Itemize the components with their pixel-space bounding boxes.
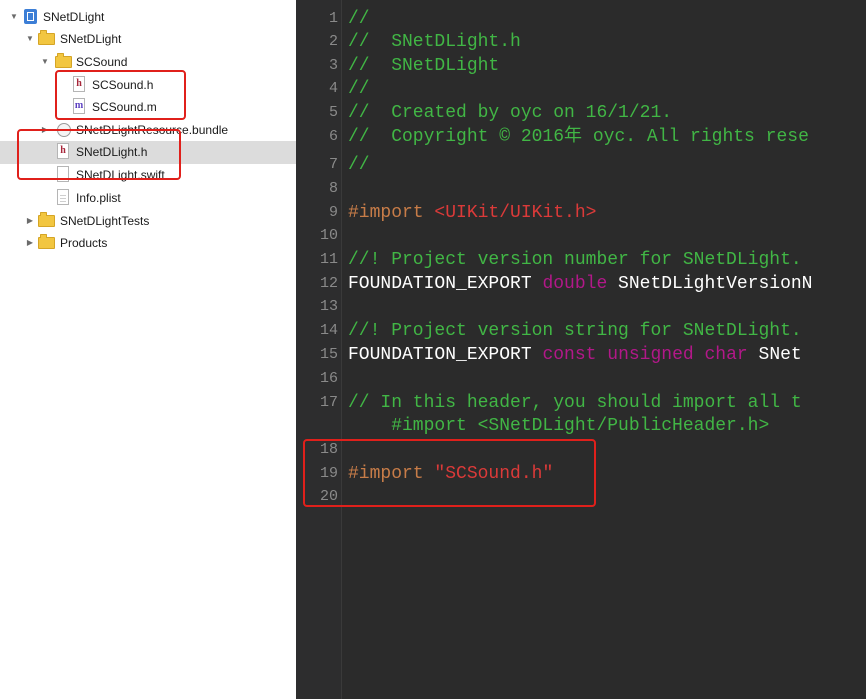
code-token: FOUNDATION_EXPORT: [348, 345, 543, 365]
line-number: 11: [319, 251, 338, 268]
highlight-snetdlight-header: [17, 129, 181, 180]
line-number: 10: [319, 227, 338, 244]
code-token: // In this header, you should import all…: [348, 393, 802, 413]
line-number: 9: [328, 204, 338, 221]
code-line: // Created by oyc on 16/1/21.: [348, 103, 672, 123]
line-number: 2: [328, 33, 338, 50]
nav-item-label: Info.plist: [76, 191, 121, 205]
code-line: // Copyright © 2016年 oyc. All rights res…: [348, 127, 809, 147]
nav-item-project-snetdlight[interactable]: ▼ SNetDLight: [0, 6, 296, 29]
code-token: //: [348, 79, 370, 99]
code-token: // Created by oyc on 16/1/21.: [348, 103, 673, 123]
line-number: 13: [319, 298, 338, 315]
line-number: 7: [328, 156, 338, 173]
plist-file-icon: [57, 189, 69, 205]
disclosure-expanded-icon[interactable]: ▼: [40, 56, 50, 68]
highlight-import-statement: [303, 439, 596, 507]
code-token: //! Project version string for SNetDLigh…: [348, 321, 802, 341]
code-token: //! Project version number for SNetDLigh…: [348, 250, 802, 270]
code-token: <UIKit/UIKit.h>: [434, 203, 597, 223]
code-token: SNet: [747, 345, 802, 365]
code-line: // SNetDLight: [348, 56, 499, 76]
nav-item-label: Products: [60, 236, 108, 250]
line-number: 14: [319, 322, 338, 339]
line-number: 12: [319, 275, 338, 292]
nav-item-group-snetdlight[interactable]: ▼ SNetDLight: [0, 28, 296, 51]
code-line: // In this header, you should import all…: [348, 393, 802, 413]
code-line: //: [348, 79, 370, 99]
code-line: //! Project version string for SNetDLigh…: [348, 321, 802, 341]
code-token: double: [542, 274, 608, 294]
code-token: SNetDLightVersionN: [607, 274, 813, 294]
disclosure-collapsed-icon[interactable]: ▶: [25, 215, 35, 227]
nav-item-info-plist[interactable]: Info.plist: [0, 187, 296, 210]
code-line: FOUNDATION_EXPORT const unsigned char SN…: [348, 345, 802, 365]
line-number: 3: [328, 57, 338, 74]
code-token: // SNetDLight.h: [348, 32, 521, 52]
disclosure-expanded-icon[interactable]: ▼: [9, 11, 19, 23]
code-line: #import <UIKit/UIKit.h>: [348, 203, 596, 223]
nav-item-label: SCSound: [76, 55, 128, 69]
nav-item-group-products[interactable]: ▶ Products: [0, 232, 296, 255]
nav-item-label: SNetDLightTests: [60, 214, 150, 228]
folder-icon: [38, 212, 55, 227]
nav-item-group-snetdlighttests[interactable]: ▶ SNetDLightTests: [0, 210, 296, 233]
code-token: #import <SNetDLight/PublicHeader.h>: [348, 416, 770, 436]
folder-icon: [55, 53, 72, 68]
code-token: //: [348, 9, 370, 29]
code-token: FOUNDATION_EXPORT: [348, 274, 543, 294]
line-number: 5: [328, 104, 338, 121]
line-number: 1: [328, 10, 338, 27]
code-token: // Copyright © 2016年 oyc. All rights res…: [348, 127, 809, 147]
line-number: 17: [319, 394, 338, 411]
code-token: //: [348, 155, 370, 175]
line-number: 6: [328, 128, 338, 145]
folder-icon: [38, 234, 55, 249]
code-line: FOUNDATION_EXPORT double SNetDLightVersi…: [348, 274, 812, 294]
source-editor[interactable]: 1 // 2 // SNetDLight.h 3 // SNetDLight 4 // 5 // …: [296, 0, 866, 699]
folder-icon: [38, 30, 55, 45]
line-number: 16: [319, 370, 338, 387]
nav-item-label: SNetDLight: [43, 10, 105, 24]
disclosure-expanded-icon[interactable]: ▼: [25, 33, 35, 45]
highlight-scsound-files: [55, 70, 186, 120]
code-line: //: [348, 155, 370, 175]
xcode-project-icon: [24, 9, 37, 24]
line-number: 8: [328, 180, 338, 197]
code-token: #import: [348, 203, 435, 223]
code-line: //! Project version number for SNetDLigh…: [348, 250, 802, 270]
code-token: unsigned: [607, 345, 694, 365]
code-token: char: [704, 345, 748, 365]
code-token: const: [542, 345, 597, 365]
disclosure-collapsed-icon[interactable]: ▶: [25, 237, 35, 249]
code-token: // SNetDLight: [348, 56, 500, 76]
line-number: 4: [328, 80, 338, 97]
code-line: #import <SNetDLight/PublicHeader.h>: [348, 416, 769, 436]
code-line: //: [348, 9, 370, 29]
nav-item-label: SNetDLight: [60, 32, 122, 46]
code-line: // SNetDLight.h: [348, 32, 521, 52]
line-number: 15: [319, 346, 338, 363]
